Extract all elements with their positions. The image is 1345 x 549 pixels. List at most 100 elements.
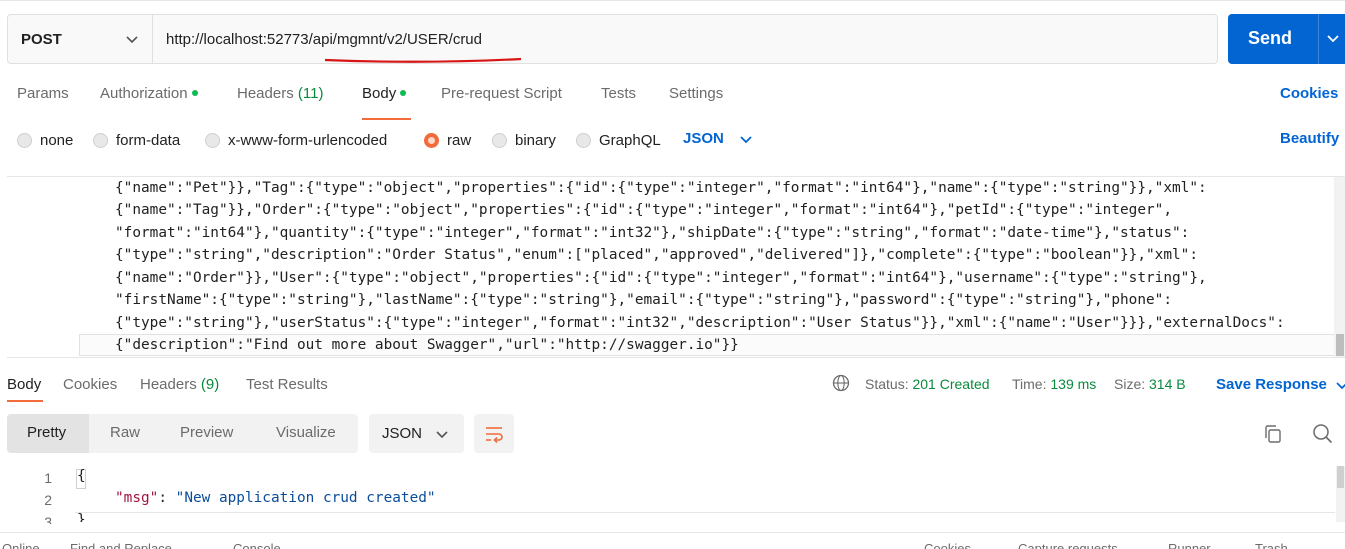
line-number: 1 [44,470,52,486]
wrap-lines-button[interactable] [474,414,514,453]
tab-body[interactable]: Body [362,85,407,102]
response-status[interactable]: Status: 201 Created [865,376,990,392]
code-line: "format":"int64"},"quantity":{"type":"in… [115,225,1190,241]
globe-icon[interactable] [832,374,850,392]
code-line: {"name":"Pet"}},"Tag":{"type":"object","… [115,180,1207,196]
response-time[interactable]: Time: 139 ms [1012,376,1096,392]
tab-label: Params [17,85,69,102]
save-response-button[interactable]: Save Response [1216,376,1345,393]
headers-count: (9) [200,376,220,393]
tab-label: Body [7,376,42,393]
response-scrollbar[interactable] [1336,466,1345,522]
tab-pre-request-script[interactable]: Pre-request Script [441,85,562,102]
line-number: 2 [44,492,52,508]
tab-label: Tests [601,85,637,102]
view-preview-button[interactable]: Preview [180,424,233,441]
radio-binary[interactable]: binary [492,130,556,150]
status-find-and-replace[interactable]: Find and Replace [70,541,172,549]
response-format-select[interactable]: JSON [369,414,464,453]
cookies-link[interactable]: Cookies [1280,85,1338,102]
send-label: Send [1248,28,1293,48]
status-trash[interactable]: Trash [1255,541,1288,549]
response-tab-cookies[interactable]: Cookies [63,376,117,393]
active-indicator-dot [191,90,198,97]
code-line: {"description":"Find out more about Swag… [115,337,739,353]
size-value: 314 B [1149,376,1186,392]
radio-raw[interactable]: raw [424,130,471,150]
json-value: "New application crud created" [175,490,436,506]
response-open-brace: { [77,468,86,484]
view-raw-button[interactable]: Raw [110,424,140,441]
radio-circle-selected [424,132,439,148]
tab-authorization[interactable]: Authorization [100,85,198,102]
status-console[interactable]: Console [233,541,281,549]
url-input[interactable]: http://localhost:52773/api/mgmnt/v2/USER… [166,31,482,48]
tab-settings[interactable]: Settings [669,85,723,102]
scrollbar-thumb[interactable] [1337,466,1344,488]
tab-headers[interactable]: Headers (11) [237,85,323,102]
radio-circle [492,132,507,148]
tab-label: Test Results [246,376,328,393]
time-value: 139 ms [1050,376,1097,392]
status-bar: Online Find and Replace Console Cookies … [0,532,1345,549]
wrap-lines-icon [486,427,503,444]
save-response-label: Save Response [1216,376,1327,393]
radio-label: GraphQL [599,131,661,149]
scrollbar-thumb[interactable] [1336,334,1344,356]
radio-circle [17,132,32,148]
view-pretty-button[interactable]: Pretty [27,424,66,441]
beautify-link[interactable]: Beautify [1280,130,1339,147]
radio-label: form-data [116,131,181,149]
headers-count: (11) [297,85,324,102]
chevron-down-icon [1336,381,1345,389]
response-tab-test-results[interactable]: Test Results [246,376,328,393]
status-label: Status: [865,376,909,392]
status-runner[interactable]: Runner [1168,541,1211,549]
request-body-editor[interactable]: {"name":"Pet"}},"Tag":{"type":"object","… [7,176,1345,358]
tab-label: Body [362,85,397,102]
body-format-select[interactable]: JSON [683,130,754,147]
response-close-brace: } [77,512,86,522]
time-label: Time: [1012,376,1047,392]
tab-label: Cookies [63,376,118,393]
method-select[interactable]: POST [8,15,153,63]
tab-label: Authorization [100,85,188,102]
status-value: 201 Created [912,376,990,392]
method-label: POST [21,31,62,48]
status-online[interactable]: Online [2,541,40,549]
response-tab-body[interactable]: Body [7,376,41,393]
url-bar: POST http://localhost:52773/api/mgmnt/v2… [7,14,1218,64]
active-tab-underline [7,400,43,402]
json-key: "msg" [115,490,159,506]
response-json-line: "msg": "New application crud created" [115,490,436,506]
tab-tests[interactable]: Tests [601,85,636,102]
radio-graphql[interactable]: GraphQL [576,130,661,150]
json-colon: : [158,490,176,506]
radio-label: x-www-form-urlencoded [228,131,388,149]
tab-label: Headers [140,376,197,393]
response-size[interactable]: Size: 314 B [1114,376,1186,392]
radio-form-data[interactable]: form-data [93,130,180,150]
radio-label: raw [447,131,472,149]
view-mode-group: Pretty Raw Preview Visualize [7,414,358,453]
response-tab-headers[interactable]: Headers (9) [140,376,219,393]
chevron-down-icon [436,431,448,439]
send-button[interactable]: Send [1228,14,1318,64]
view-visualize-button[interactable]: Visualize [276,424,336,441]
radio-none[interactable]: none [17,130,73,150]
active-indicator-dot [400,90,407,97]
tab-label: Settings [669,85,724,102]
copy-icon[interactable] [1263,424,1283,444]
top-divider [0,0,1345,4]
radio-x-www-form-urlencoded[interactable]: x-www-form-urlencoded [205,130,387,150]
chevron-down-icon [1327,35,1339,43]
search-icon[interactable] [1312,423,1333,444]
url-annotation-underline [324,57,522,63]
editor-scrollbar[interactable] [1334,177,1345,357]
code-line: {"type":"string"},"userStatus":{"type":"… [115,315,1285,331]
code-line: {"type":"string","description":"Order St… [115,247,1198,263]
send-options-button[interactable] [1318,14,1345,64]
tab-params[interactable]: Params [17,85,69,102]
status-capture-requests[interactable]: Capture requests [1018,541,1118,549]
status-cookies[interactable]: Cookies [924,541,971,549]
